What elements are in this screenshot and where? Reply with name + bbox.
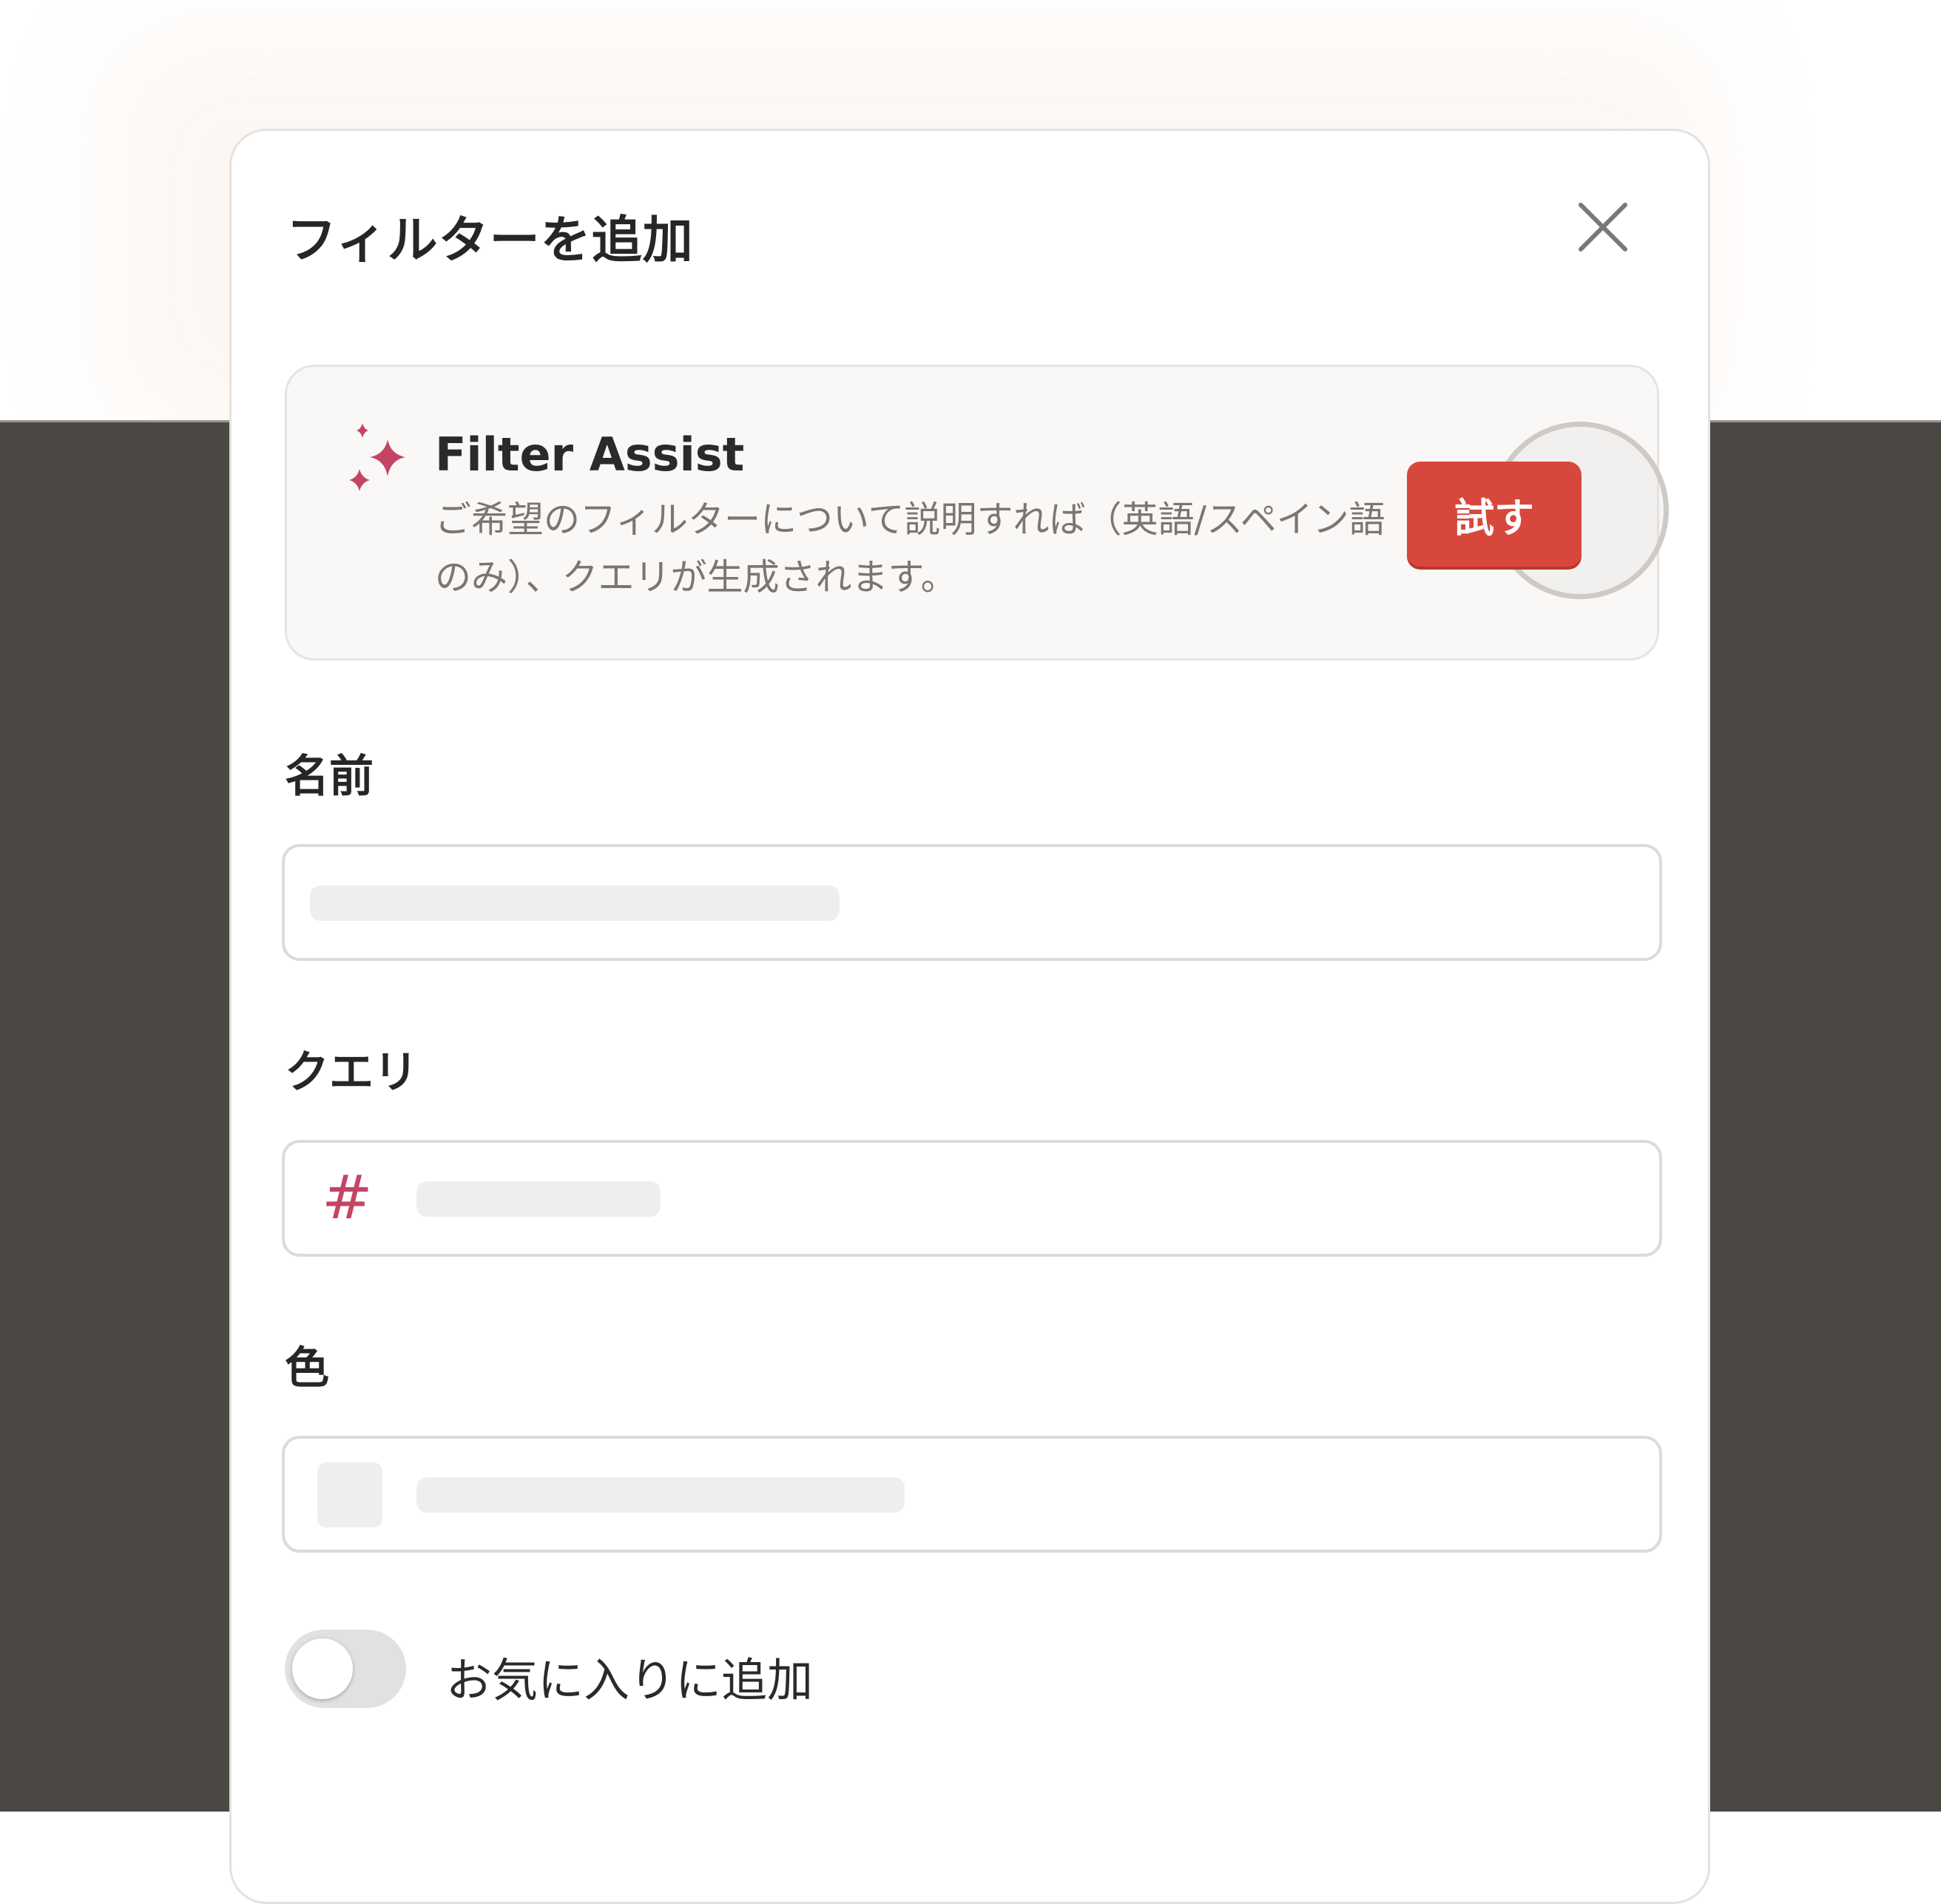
name-label: 名前 bbox=[285, 751, 374, 803]
query-placeholder bbox=[416, 1181, 661, 1217]
add-filter-dialog: フィルターを追加 Filter Assist ご希望のフィルターについて説明すれ… bbox=[229, 129, 1710, 1904]
color-placeholder bbox=[416, 1477, 905, 1513]
filter-assist-description: ご希望のフィルターについて説明すれば（英語/スペイン語のみ）、クエリが生成されま… bbox=[435, 499, 1385, 598]
hash-icon: # bbox=[322, 1163, 373, 1233]
color-select[interactable] bbox=[282, 1436, 1662, 1553]
favorite-toggle[interactable] bbox=[285, 1630, 406, 1708]
query-input[interactable]: # bbox=[282, 1140, 1662, 1257]
try-button[interactable]: 試す bbox=[1407, 462, 1582, 567]
name-placeholder bbox=[310, 885, 840, 921]
filter-assist-card: Filter Assist ご希望のフィルターについて説明すれば（英語/スペイン… bbox=[285, 365, 1669, 661]
toggle-knob bbox=[292, 1638, 353, 1699]
close-button[interactable] bbox=[1575, 199, 1631, 255]
dialog-title: フィルターを追加 bbox=[286, 212, 694, 270]
color-swatch bbox=[317, 1462, 382, 1527]
query-label: クエリ bbox=[285, 1047, 418, 1098]
sparkle-icon bbox=[349, 423, 405, 491]
color-label: 色 bbox=[285, 1343, 329, 1394]
name-input[interactable] bbox=[282, 844, 1662, 961]
favorite-label: お気に入りに追加 bbox=[446, 1653, 814, 1707]
close-icon bbox=[1579, 203, 1627, 251]
filter-assist-title: Filter Assist bbox=[435, 428, 745, 482]
